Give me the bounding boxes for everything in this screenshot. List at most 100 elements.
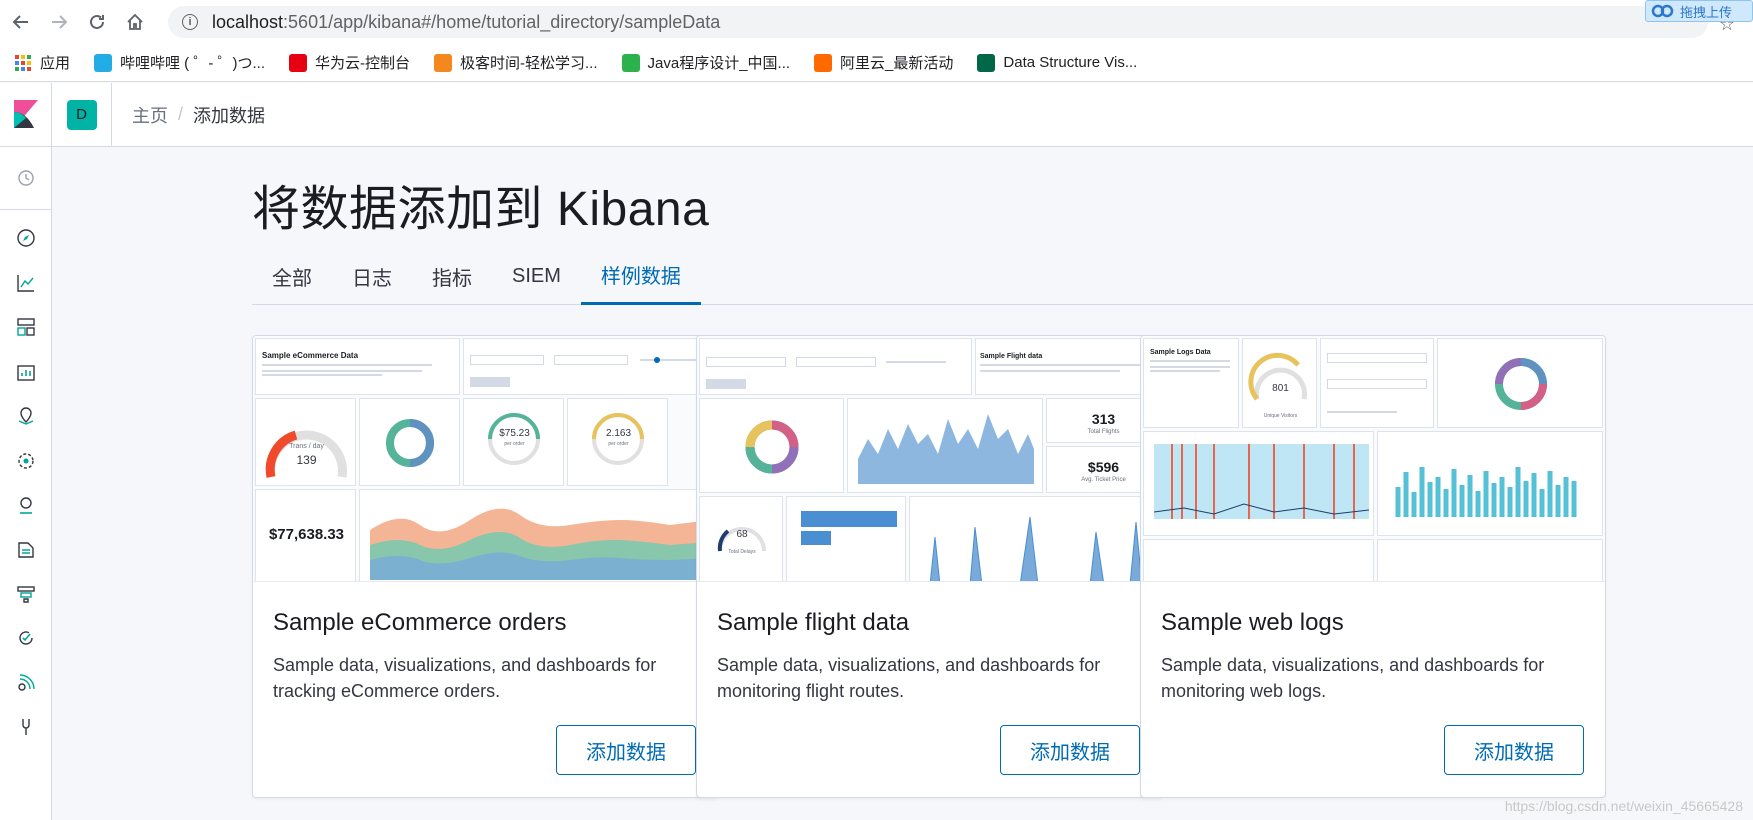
total-revenue-panel: $77,638.33 [255,489,356,581]
thumb-markdown-title: Sample eCommerce Data [262,351,359,360]
thumb-avg-price-sub: per order [504,441,525,447]
watermark: https://blog.csdn.net/weixin_45665428 [1504,798,1743,814]
add-web-logs-data-button[interactable]: 添加数据 [1444,725,1584,775]
url-path: :5601/app/kibana#/home/tutorial_director… [283,11,721,32]
thumb-visitors-label: Unique Visitors [1263,413,1298,419]
thumb-revenue: $77,638.33 [268,526,345,543]
site-info-icon[interactable]: i [182,14,198,30]
infrastructure-icon[interactable] [11,490,41,520]
forward-arrow-icon[interactable] [48,11,70,33]
nav-divider [0,209,52,210]
card-title: Sample flight data [717,609,910,636]
geektime-icon [434,53,453,72]
bookmark-item[interactable]: 应用 [14,52,70,73]
tab-4[interactable]: 样例数据 [580,247,701,305]
back-arrow-icon[interactable] [10,11,32,33]
home-icon[interactable] [124,11,146,33]
bookmark-label: 华为云-控制台 [315,55,411,72]
cloud-icon [1651,4,1674,18]
bookmark-label: Java程序设计_中国... [647,55,791,72]
logs-icon[interactable] [11,535,41,565]
space-selector[interactable]: D [52,82,112,147]
thumb-visitors: 801 [1272,383,1289,394]
apm-icon[interactable] [11,579,41,609]
huawei-icon [289,53,308,72]
bookmark-label: Data Structure Vis... [1003,54,1138,71]
card-description: Sample data, visualizations, and dashboa… [273,655,657,701]
dev-tools-icon[interactable] [11,712,41,742]
bookmark-item[interactable]: Java程序设计_中国... [621,52,791,73]
tab-0[interactable]: 全部 [252,247,332,305]
bookmark-item[interactable]: 哔哩哔哩 ( ゜- ゜)つ... [94,52,265,73]
add-ecommerce-data-button[interactable]: 添加数据 [556,725,696,775]
bookmark-item[interactable]: Data Structure Vis... [977,53,1138,72]
bookmark-label: 极客时间-轻松学习... [460,55,598,72]
visualize-icon[interactable] [11,268,41,298]
address-bar[interactable]: i localhost:5601/app/kibana#/home/tutori… [168,6,1708,38]
canvas-icon[interactable] [11,357,41,387]
kibana-logo-icon[interactable] [0,82,52,147]
tab-bar: 全部 日志 指标 SIEM 样例数据 [252,247,1753,305]
flight-count-chart [847,398,1043,493]
discover-compass-icon[interactable] [11,223,41,253]
mooc-icon [621,53,640,72]
breadcrumb: 主页 / 添加数据 [132,102,265,128]
kibana-header: D 主页 / 添加数据 [0,82,1753,147]
sales-category-area [359,489,715,581]
flight-dashboard-thumbnail: Sample Flight data 313 Total Flights $59… [697,336,1161,582]
thumb-delays-label: Total Delays [728,549,756,555]
card-title: Sample web logs [1161,609,1344,636]
delays-cancellations-chart [909,496,1159,581]
thumb-flight-markdown-title: Sample Flight data [980,353,1043,360]
bookmark-item[interactable]: 极客时间-轻松学习... [434,52,598,73]
ml-icon[interactable] [11,446,41,476]
siem-icon[interactable] [11,668,41,698]
sample-ecommerce-card: Sample eCommerce Data Trans / day 139 $7… [252,335,718,798]
tab-2[interactable]: 指标 [412,247,492,305]
bookmark-label: 哔哩哔哩 ( ゜- ゜)つ... [120,55,266,72]
side-nav [0,147,52,820]
add-flight-data-button[interactable]: 添加数据 [1000,725,1140,775]
uptime-icon[interactable] [11,623,41,653]
thumb-delays: 68 [736,529,748,540]
url-host: localhost [212,11,284,32]
flight-controls-panel [699,338,972,395]
bookmark-label: 应用 [40,55,71,72]
bilibili-icon [94,53,113,72]
thumb-avg-qty-sub: per order [608,441,629,447]
sales-gender-donut [359,398,460,486]
controls-panel [463,338,715,395]
tab-3[interactable]: SIEM [492,247,581,305]
bookmarks-bar: 应用 哔哩哔哩 ( ゜- ゜)つ... 华为云-控制台 极客时间-轻松学习... Jav… [0,44,1753,82]
maps-icon[interactable] [11,401,41,431]
card-description: Sample data, visualizations, and dashboa… [1161,655,1545,701]
airline-carrier-donut [699,398,844,493]
card-title: Sample eCommerce orders [273,609,567,636]
upload-extension-badge[interactable]: 拖拽上传 [1645,0,1753,22]
bookmark-item[interactable]: 阿里云_最新活动 [814,52,953,73]
host-visits-table [1377,539,1603,581]
thumb-avg-qty: 2.163 [605,428,632,439]
thumb-trans-label: Trans / day [289,443,324,450]
avg-quantity-gauge: 2.163 per order [567,398,668,486]
breadcrumb-home[interactable]: 主页 [132,102,168,128]
article-tags-donut [1437,338,1603,428]
main-content: 将数据添加到 Kibana 全部 日志 指标 SIEM 样例数据 Sample eCom… [52,147,1753,820]
browser-toolbar: i localhost:5601/app/kibana#/home/tutori… [0,0,1753,44]
tab-1[interactable]: 日志 [332,247,412,305]
web-logs-dashboard-thumbnail: Sample Logs Data 801 Unique Visitors [1141,336,1605,582]
reload-icon[interactable] [86,11,108,33]
extension-label: 拖拽上传 [1680,4,1733,20]
logs-markdown-panel: Sample Logs Data [1143,338,1239,428]
clock-icon[interactable] [11,163,41,193]
bookmark-item[interactable]: 华为云-控制台 [289,52,410,73]
unique-visitors-gauge: 801 Unique Visitors [1242,338,1317,428]
space-avatar: D [66,99,97,130]
breadcrumb-separator: / [178,104,184,124]
avg-price-gauge: $75.23 per order [463,398,564,486]
sold-products-gauge: Trans / day 139 [255,398,356,486]
logs-controls-panel [1320,338,1434,428]
bookmark-label: 阿里云_最新活动 [840,55,954,72]
dashboard-icon[interactable] [11,312,41,342]
delays-bar-chart [786,496,906,581]
